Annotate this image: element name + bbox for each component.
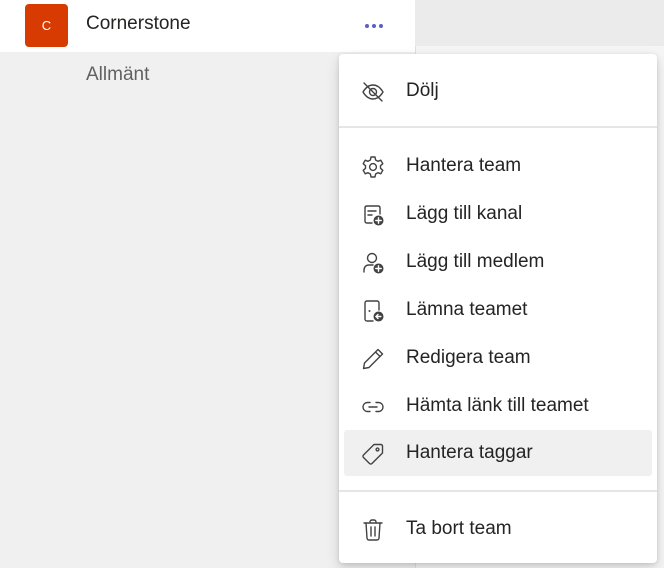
more-horizontal-icon [365, 24, 383, 28]
menu-item-label: Lägg till kanal [406, 203, 523, 224]
content-header [415, 0, 664, 46]
menu-item-label: Lämna teamet [406, 299, 528, 320]
team-row[interactable]: C Cornerstone [0, 0, 415, 52]
menu-divider [339, 126, 657, 128]
menu-item-manage-tags[interactable]: Hantera taggar [344, 430, 652, 476]
menu-item-label: Hantera team [406, 155, 522, 176]
menu-item-label: Redigera team [406, 347, 531, 368]
menu-item-label: Hantera taggar [406, 442, 533, 463]
menu-item-add-channel[interactable]: Lägg till kanal [344, 191, 652, 237]
menu-item-add-member[interactable]: Lägg till medlem [344, 239, 652, 285]
menu-item-label: Hämta länk till teamet [406, 395, 589, 416]
menu-item-get-link[interactable]: Hämta länk till teamet [344, 383, 652, 429]
trash-icon [360, 517, 386, 543]
menu-item-leave-team[interactable]: Lämna teamet [344, 287, 652, 333]
pencil-icon [360, 346, 386, 372]
channel-item-general[interactable]: Allmänt [86, 64, 149, 86]
add-channel-icon [360, 202, 386, 228]
team-name: Cornerstone [86, 13, 191, 34]
menu-item-label: Dölj [406, 80, 439, 101]
gear-icon [360, 154, 386, 180]
more-options-button[interactable] [356, 13, 392, 39]
eye-off-icon [360, 79, 386, 105]
menu-item-label: Lägg till medlem [406, 251, 545, 272]
add-person-icon [360, 250, 386, 276]
menu-divider [339, 490, 657, 492]
link-icon [360, 394, 386, 420]
tag-icon [360, 441, 386, 467]
menu-item-delete-team[interactable]: Ta bort team [344, 506, 652, 552]
menu-item-manage-team[interactable]: Hantera team [344, 143, 652, 189]
menu-item-hide[interactable]: Dölj [344, 68, 652, 114]
menu-item-edit-team[interactable]: Redigera team [344, 335, 652, 381]
team-context-menu: Dölj Hantera team Lägg till kanal Lägg t… [339, 54, 657, 563]
leave-door-icon [360, 298, 386, 324]
menu-item-label: Ta bort team [406, 518, 512, 539]
team-avatar: C [25, 4, 68, 47]
